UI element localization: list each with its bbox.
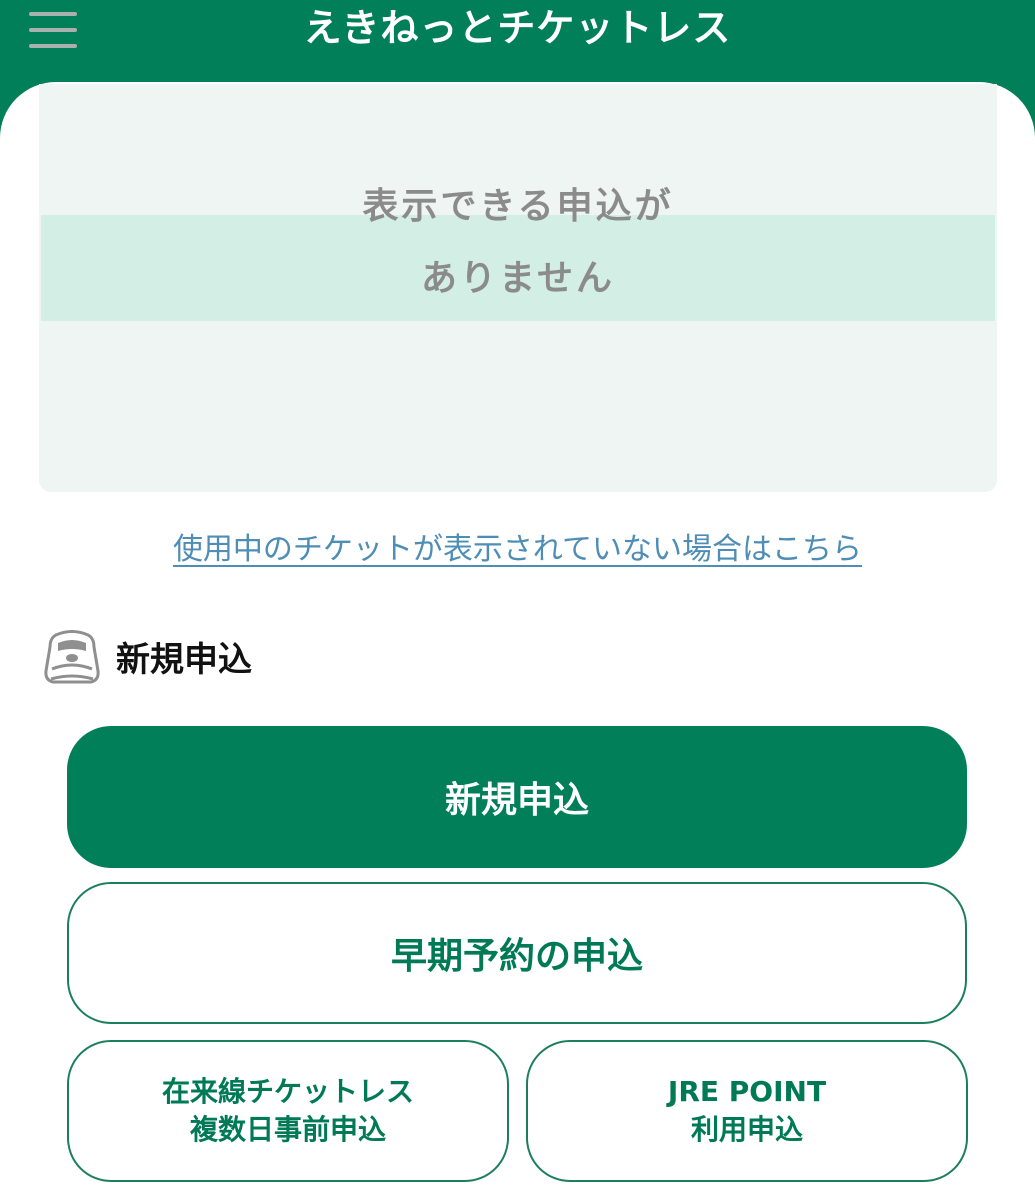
missing-ticket-help-link[interactable]: 使用中のチケットが表示されていない場合はこちら: [0, 528, 1035, 572]
early-reservation-button[interactable]: 早期予約の申込: [67, 882, 967, 1024]
jre-point-button-label-line1: JRE POINT: [667, 1075, 827, 1108]
section-title-new-application: 新規申込: [116, 640, 252, 680]
conventional-line-button-label-line2: 複数日事前申込: [189, 1113, 386, 1146]
new-application-button[interactable]: 新規申込: [67, 726, 967, 868]
jre-point-application-button[interactable]: JRE POINT 利用申込: [526, 1040, 968, 1182]
shinkansen-train-icon: [44, 630, 100, 684]
conventional-line-button-label-line1: 在来線チケットレス: [161, 1075, 414, 1108]
ticket-list-empty-card: 表示できる申込が ありません: [39, 84, 997, 492]
empty-message-line1: 表示できる申込が: [362, 186, 674, 227]
app-title: えきねっとチケットレス: [303, 6, 732, 50]
jre-point-button-label-line2: 利用申込: [690, 1113, 803, 1146]
app-screen: えきねっとチケットレス 表示できる申込が ありません 使用中のチケットが表示され…: [0, 0, 1035, 1200]
conventional-line-multi-day-button[interactable]: 在来線チケットレス 複数日事前申込: [67, 1040, 509, 1182]
empty-message-line2: ありません: [421, 258, 615, 299]
